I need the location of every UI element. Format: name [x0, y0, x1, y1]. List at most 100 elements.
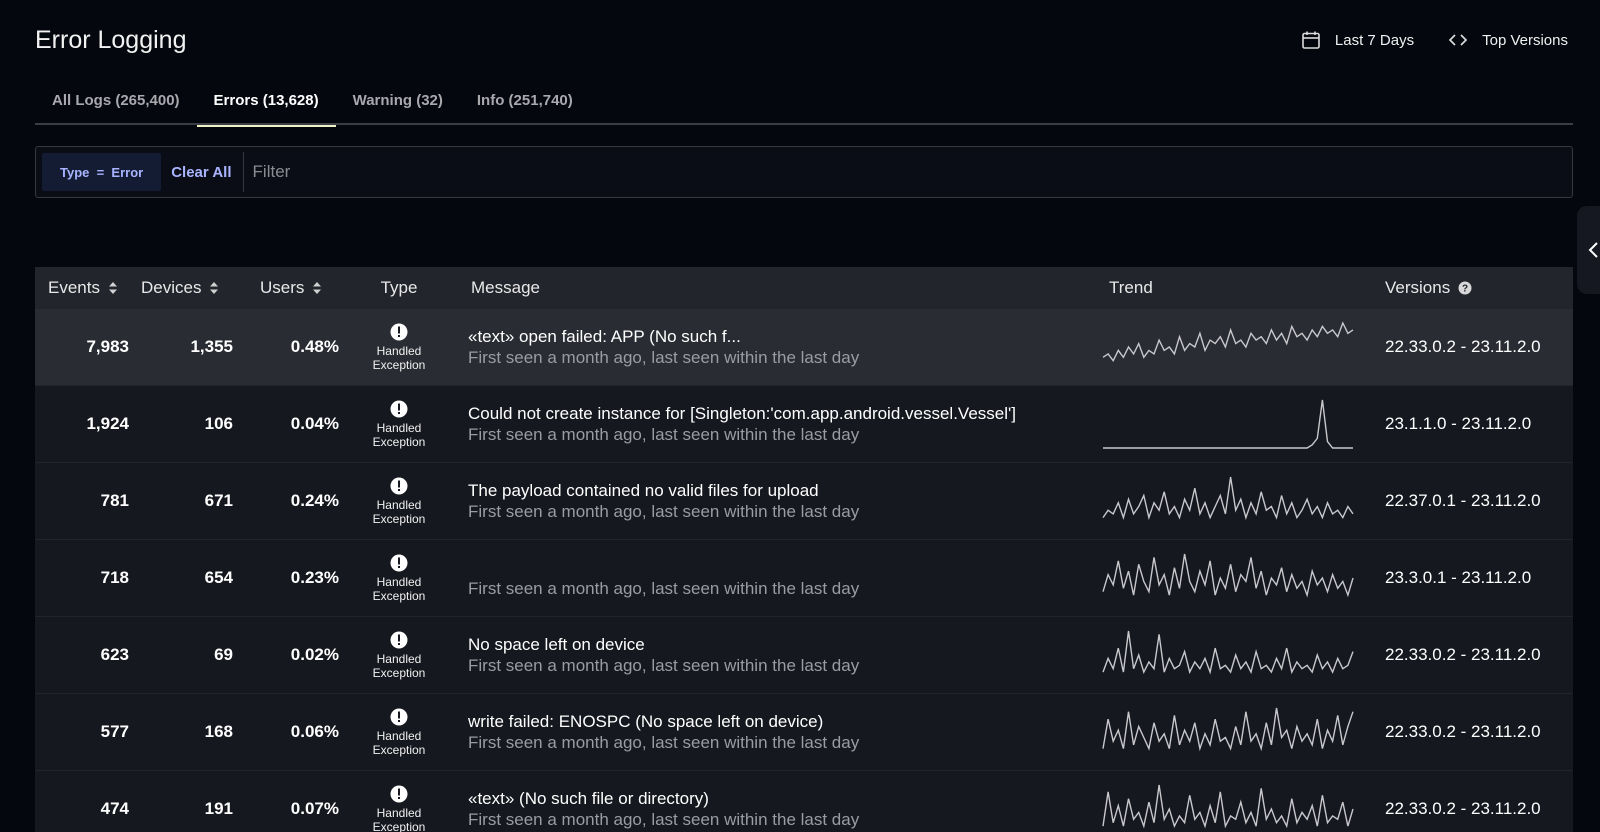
- type-label: Handled Exception: [373, 344, 426, 372]
- trend-line: [1102, 553, 1354, 598]
- type-label-line: Handled: [376, 728, 422, 743]
- header-actions: Last 7 Days Top Versions: [1301, 30, 1568, 50]
- type-label-line: Handled: [376, 651, 422, 666]
- column-header-users[interactable]: Users: [233, 267, 339, 309]
- tab-all-logs[interactable]: All Logs (265,400): [35, 85, 197, 125]
- users-percent: 0.23%: [290, 568, 339, 587]
- versions-range: 22.33.0.2 - 23.11.2.0: [1385, 337, 1541, 356]
- versions-range: 23.3.0.1 - 23.11.2.0: [1385, 568, 1532, 587]
- page-title: Error Logging: [35, 26, 187, 54]
- events-count: 7,983: [86, 337, 129, 356]
- trend-line: [1102, 476, 1354, 521]
- column-header-versions: Versions ?: [1375, 267, 1573, 309]
- code-brackets-icon: [1448, 34, 1468, 46]
- exclamation-circle-icon: [390, 708, 408, 725]
- type-label-line: Exception: [372, 357, 426, 372]
- column-header-message: Message: [459, 267, 1099, 309]
- message-cell: The payload contained no valid files for…: [459, 463, 1099, 539]
- message-title: write failed: ENOSPC (No space left on d…: [468, 711, 824, 731]
- tab-warning[interactable]: Warning (32): [336, 85, 460, 125]
- type-cell: Handled Exception: [339, 540, 459, 616]
- type-label: Handled Exception: [373, 575, 426, 603]
- column-label-trend: Trend: [1109, 278, 1153, 297]
- type-label-line: Handled: [376, 574, 422, 589]
- message-seen: First seen a month ago, last seen within…: [468, 424, 860, 444]
- trend-sparkline: [1102, 553, 1354, 598]
- type-label: Handled Exception: [373, 806, 426, 832]
- svg-text:?: ?: [1462, 284, 1468, 295]
- message-title: Could not create instance for [Singleton…: [468, 403, 1016, 423]
- table-row[interactable]: 577 168 0.06% Handled Exception write failed:…: [35, 694, 1573, 771]
- sort-arrows-icon: [313, 282, 322, 294]
- devices-count: 654: [204, 568, 233, 587]
- tab-errors[interactable]: Errors (13,628): [196, 85, 336, 127]
- message-cell: write failed: ENOSPC (No space left on d…: [459, 694, 1099, 770]
- type-label: Handled Exception: [373, 421, 426, 449]
- error-table: Events Devices Users Type Message Trend …: [35, 267, 1573, 832]
- trend-sparkline: [1102, 321, 1354, 363]
- devices-count: 191: [204, 799, 233, 818]
- type-label-line: Exception: [372, 665, 426, 680]
- top-versions-button[interactable]: Top Versions: [1448, 32, 1568, 49]
- table-row[interactable]: 718 654 0.23% Handled Exception First seen a …: [35, 540, 1573, 617]
- column-label-users: Users: [260, 278, 305, 297]
- message-seen: First seen a month ago, last seen within…: [468, 655, 860, 675]
- type-cell: Handled Exception: [339, 617, 459, 693]
- column-header-trend: Trend: [1099, 267, 1375, 309]
- type-label-line: Exception: [372, 588, 426, 603]
- message-seen: First seen a month ago, last seen within…: [468, 347, 860, 367]
- type-cell: Handled Exception: [339, 771, 459, 832]
- events-count: 718: [100, 568, 129, 587]
- message-title: «text» open failed: APP (No such f...: [468, 326, 741, 346]
- column-label-message: Message: [471, 278, 540, 297]
- message-seen: First seen a month ago, last seen within…: [468, 732, 860, 752]
- type-label-line: Exception: [372, 511, 426, 526]
- events-count: 781: [100, 491, 129, 510]
- message-title: «text» (No such file or directory): [468, 788, 709, 808]
- users-percent: 0.06%: [290, 722, 339, 741]
- column-header-events[interactable]: Events: [35, 267, 129, 309]
- devices-count: 1,355: [190, 337, 233, 356]
- table-row[interactable]: 1,924 106 0.04% Handled Exception Could not c…: [35, 386, 1573, 463]
- devices-count: 671: [204, 491, 233, 510]
- table-row[interactable]: 623 69 0.02% Handled Exception No space left …: [35, 617, 1573, 694]
- message-seen: First seen a month ago, last seen within…: [468, 501, 860, 521]
- exclamation-circle-icon: [390, 477, 408, 494]
- column-header-type: Type: [339, 267, 459, 309]
- chevron-left-icon: [1588, 242, 1598, 258]
- filter-chip-type[interactable]: Type = Error: [42, 153, 162, 191]
- message-cell: «text» (No such file or directory) First …: [459, 771, 1099, 832]
- date-range-button[interactable]: Last 7 Days: [1301, 30, 1414, 50]
- top-versions-label: Top Versions: [1482, 31, 1568, 49]
- users-percent: 0.48%: [290, 337, 339, 356]
- table-row[interactable]: 474 191 0.07% Handled Exception «text» (No su…: [35, 771, 1573, 832]
- clear-all-button[interactable]: Clear All: [171, 164, 242, 181]
- trend-sparkline: [1102, 784, 1354, 829]
- type-label-line: Handled: [376, 420, 422, 435]
- trend-line: [1102, 321, 1354, 363]
- message-cell: «text» open failed: APP (No such f... Fir…: [459, 309, 1099, 385]
- filter-bar: Type = Error Clear All: [35, 146, 1573, 198]
- column-header-devices[interactable]: Devices: [129, 267, 233, 309]
- trend-sparkline: [1102, 630, 1354, 675]
- versions-range: 22.33.0.2 - 23.11.2.0: [1385, 799, 1541, 818]
- type-label: Handled Exception: [373, 652, 426, 680]
- users-percent: 0.07%: [290, 799, 339, 818]
- trend-sparkline: [1102, 707, 1354, 752]
- trend-sparkline: [1103, 399, 1353, 449]
- filter-input[interactable]: [243, 147, 1572, 197]
- help-circle-icon[interactable]: ?: [1458, 281, 1472, 295]
- trend-line: [1103, 399, 1353, 449]
- type-cell: Handled Exception: [339, 694, 459, 770]
- side-panel-toggle[interactable]: [1577, 206, 1600, 294]
- message-cell: No space left on device First seen a mont…: [459, 617, 1099, 693]
- versions-range: 22.37.0.1 - 23.11.2.0: [1385, 491, 1541, 510]
- trend-cell: [1099, 540, 1375, 616]
- sort-arrows-icon: [210, 282, 219, 294]
- table-row[interactable]: 7,983 1,355 0.48% Handled Exception «text» op…: [35, 309, 1573, 386]
- exclamation-circle-icon: [390, 323, 408, 340]
- type-label-line: Exception: [372, 742, 426, 757]
- tab-info[interactable]: Info (251,740): [460, 85, 590, 125]
- column-label-versions: Versions: [1385, 278, 1451, 297]
- table-row[interactable]: 781 671 0.24% Handled Exception The payload c…: [35, 463, 1573, 540]
